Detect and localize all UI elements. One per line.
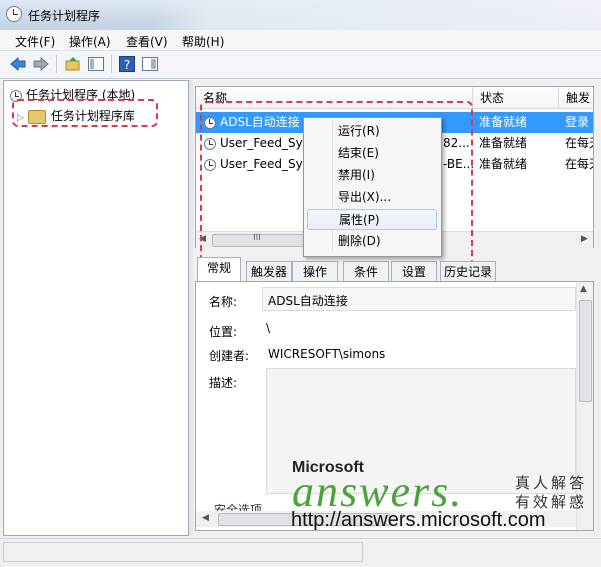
back-arrow-icon[interactable]	[9, 55, 27, 73]
context-run[interactable]: 运行(R)	[307, 121, 437, 142]
action-pane-icon[interactable]	[141, 55, 159, 73]
clock-icon	[6, 6, 22, 22]
navigation-tree: 任务计划程序 (本地) ▷ 任务计划程序库	[3, 80, 189, 536]
menu-file[interactable]: 文件(F)	[15, 33, 55, 50]
status-panel	[3, 542, 363, 562]
menu-view[interactable]: 查看(V)	[126, 33, 168, 50]
forward-arrow-icon[interactable]	[32, 55, 50, 73]
scroll-left-icon[interactable]: ◀	[202, 513, 209, 523]
help-icon[interactable]: ?	[118, 55, 136, 73]
svg-text:?: ?	[124, 58, 130, 72]
task-trigger: 登录	[565, 115, 590, 129]
watermark-tagline-1: 真人解答	[515, 474, 588, 492]
context-menu: 运行(R) 结束(E) 禁用(I) 导出(X)... 属性(P) 删除(D)	[303, 117, 442, 257]
description-label: 描述:	[209, 376, 238, 390]
watermark-url: http://answers.microsoft.com	[291, 509, 546, 531]
location-label: 位置:	[209, 325, 238, 339]
scroll-right-icon[interactable]: ▶	[581, 234, 588, 244]
tab-strip: 常规 触发器 操作 条件 设置 历史记录	[195, 257, 592, 282]
highlight-box	[12, 99, 158, 127]
task-trigger: 在每天	[565, 157, 593, 171]
column-header-trigger[interactable]: 触发	[559, 87, 593, 109]
toolbar-divider	[56, 55, 57, 73]
menu-action[interactable]: 操作(A)	[69, 33, 111, 50]
task-status: 准备就绪	[479, 157, 528, 171]
name-label: 名称:	[209, 295, 238, 309]
title-bar-background	[155, 0, 601, 30]
status-bar	[0, 538, 601, 567]
menu-bar: 文件(F) 操作(A) 查看(V) 帮助(H)	[0, 30, 601, 51]
tab-settings[interactable]: 设置	[391, 261, 437, 281]
pane-splitter[interactable]	[189, 80, 193, 535]
author-label: 创建者:	[209, 349, 250, 363]
tab-triggers[interactable]: 触发器	[246, 261, 292, 281]
tab-history[interactable]: 历史记录	[440, 261, 496, 281]
up-folder-icon[interactable]	[64, 55, 82, 73]
context-disable[interactable]: 禁用(I)	[307, 165, 437, 186]
context-export[interactable]: 导出(X)...	[307, 187, 437, 208]
window-title: 任务计划程序	[28, 9, 101, 23]
menu-help[interactable]: 帮助(H)	[182, 33, 224, 50]
context-delete[interactable]: 删除(D)	[307, 231, 437, 252]
context-properties[interactable]: 属性(P)	[307, 209, 437, 230]
column-header-status[interactable]: 状态	[473, 87, 559, 109]
scroll-up-icon[interactable]: ▲	[580, 284, 587, 294]
name-field[interactable]: ADSL自动连接	[262, 287, 576, 311]
name-value: ADSL自动连接	[268, 294, 348, 308]
tab-conditions[interactable]: 条件	[343, 261, 389, 281]
location-value: \	[266, 321, 271, 335]
context-end[interactable]: 结束(E)	[307, 143, 437, 164]
show-hide-tree-icon[interactable]	[87, 55, 105, 73]
toolbar-divider	[111, 55, 112, 73]
task-trigger: 在每天	[565, 136, 593, 150]
title-bar: 任务计划程序	[0, 0, 601, 31]
toolbar: ?	[0, 51, 601, 79]
task-status: 准备就绪	[479, 136, 528, 150]
tab-general[interactable]: 常规	[197, 257, 241, 282]
tab-actions[interactable]: 操作	[292, 261, 338, 281]
scroll-thumb[interactable]	[579, 300, 592, 402]
author-value: WICRESOFT\simons	[268, 347, 386, 361]
task-status: 准备就绪	[479, 115, 528, 129]
